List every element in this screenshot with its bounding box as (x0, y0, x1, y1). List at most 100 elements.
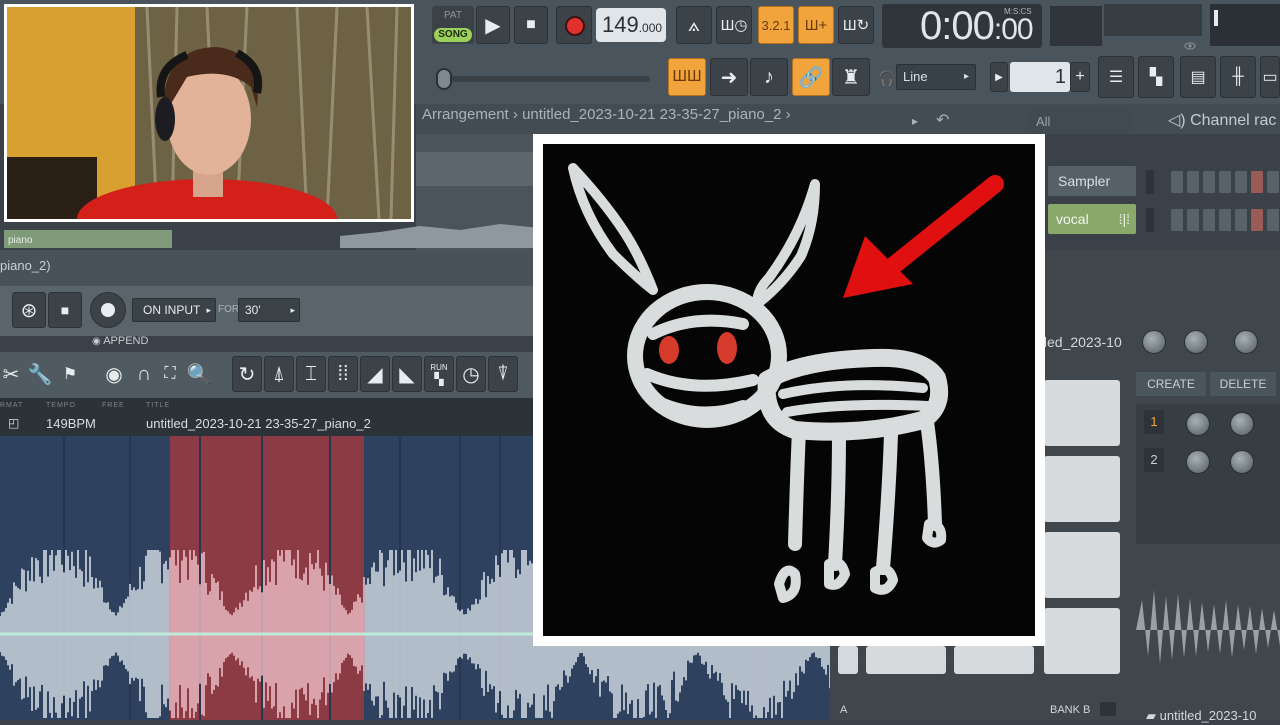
countdown-button[interactable]: 3.2.1 (758, 6, 794, 44)
reverse-button[interactable]: ↻ (232, 356, 262, 392)
append-option[interactable]: ◉ APPEND (92, 335, 148, 347)
record-mode-select[interactable]: ON INPUT ▸ (132, 298, 216, 322)
edison-loop-button[interactable]: ⊛ (12, 292, 46, 328)
drum-pad[interactable] (954, 646, 1034, 674)
piano-roll-button[interactable]: ▚ (1138, 56, 1174, 98)
noise-button[interactable]: ⁞⁞ (328, 356, 358, 392)
drum-pad[interactable] (1044, 608, 1120, 674)
marker-icon[interactable]: ⚑ (60, 358, 80, 390)
loop-record-button[interactable]: Ш↻ (838, 6, 874, 44)
step-button[interactable] (1266, 208, 1280, 232)
bank-b-label[interactable]: BANK B (1050, 704, 1090, 716)
step-button[interactable] (1186, 170, 1200, 194)
record-button[interactable] (556, 6, 592, 44)
layer-knob[interactable] (1230, 450, 1254, 474)
magnet-icon[interactable]: ∩ (132, 358, 156, 390)
breadcrumb-file[interactable]: untitled_2023-10-21 23-35-27_piano_2 (522, 106, 781, 123)
channel-filter-select[interactable]: All (1030, 110, 1130, 134)
tempo-detect-button[interactable]: ◷ (456, 356, 486, 392)
metronome-button[interactable]: ⟑ (676, 6, 712, 44)
channel-select-led[interactable] (1146, 208, 1154, 232)
layer-knob[interactable] (1230, 412, 1254, 436)
zoom-icon[interactable]: 🔍 (187, 358, 212, 390)
drum-pad[interactable] (1044, 456, 1120, 522)
master-pitch-slider[interactable] (436, 68, 452, 90)
sample-title[interactable]: untitled_2023-10-21 23-35-27_piano_2 (146, 416, 371, 431)
fade-out-button[interactable]: ◣ (392, 356, 422, 392)
step-value-field[interactable]: 1 (1010, 62, 1070, 92)
typing-keyboard-button[interactable]: ШШ (668, 58, 706, 96)
step-button[interactable] (1234, 208, 1248, 232)
select-all-icon[interactable]: ⛶ (160, 358, 180, 390)
step-button[interactable] (1170, 208, 1184, 232)
step-button[interactable] (1186, 208, 1200, 232)
step-button[interactable] (1218, 208, 1232, 232)
playlist-clip[interactable]: piano (4, 230, 172, 248)
time-display[interactable]: 0:00:00 M:S:CS (882, 4, 1042, 48)
edison-stop-button[interactable]: ■ (48, 292, 82, 328)
browser-button[interactable]: ▭ (1260, 56, 1280, 98)
fade-in-button[interactable]: ◢ (360, 356, 390, 392)
clip-label: piano (8, 235, 33, 246)
blend-notes-button[interactable]: Ш+ (798, 6, 834, 44)
eye-icon[interactable] (1184, 38, 1196, 50)
create-button[interactable]: CREATE (1136, 372, 1206, 396)
eye-icon[interactable]: ◉ (102, 358, 126, 390)
step-button[interactable] (1234, 170, 1248, 194)
channel-vocal[interactable]: vocal ⁞|⁞ (1048, 204, 1136, 234)
scissors-icon[interactable]: ✂ (0, 358, 22, 390)
pat-song-toggle[interactable]: PAT SONG (432, 6, 474, 44)
edison-waveform[interactable] (0, 436, 834, 720)
layer-number[interactable]: 2 (1144, 448, 1164, 472)
record-length-field[interactable]: 30' ▸ (238, 298, 300, 322)
webcam-overlay (4, 4, 414, 222)
step-button[interactable] (1250, 208, 1264, 232)
drum-pad[interactable] (838, 646, 858, 674)
bank-toggle[interactable] (1100, 702, 1116, 716)
step-button[interactable] (1202, 170, 1216, 194)
layer-knob[interactable] (1186, 450, 1210, 474)
channel-rack-button[interactable]: ▤ (1180, 56, 1216, 98)
mixer-button[interactable]: ╫ (1220, 56, 1256, 98)
layer-number[interactable]: 1 (1144, 410, 1164, 434)
step-button[interactable] (1202, 208, 1216, 232)
layer-knob[interactable] (1186, 412, 1210, 436)
step-decrease-button[interactable]: ▶ (990, 62, 1008, 92)
pan-knob[interactable] (1184, 330, 1208, 354)
step-button[interactable] (1250, 170, 1264, 194)
link-button[interactable]: 🔗 (792, 58, 830, 96)
tempo-snap-button[interactable]: ♪ (750, 58, 788, 96)
drum-pad[interactable] (1044, 532, 1120, 598)
drum-pad[interactable] (1044, 380, 1120, 446)
tempo-value[interactable]: 149BPM (46, 416, 96, 431)
pitch-knob[interactable] (1234, 330, 1258, 354)
volume-knob[interactable] (1142, 330, 1166, 354)
breadcrumb-root[interactable]: Arrangement (422, 106, 509, 123)
bank-a-label[interactable]: A (840, 704, 847, 716)
browser-file[interactable]: ▰ untitled_2023-10 (1146, 708, 1256, 724)
tempo-display[interactable]: 149.000 (596, 8, 666, 42)
playlist-button[interactable]: ☰ (1098, 56, 1134, 98)
step-button[interactable] (1218, 170, 1232, 194)
step-edit-button[interactable]: ➜ (710, 58, 748, 96)
delete-button[interactable]: DELETE (1210, 372, 1276, 396)
play-arrow-icon[interactable]: ▸ (912, 114, 918, 128)
run-button[interactable]: RUN ▚ (424, 356, 454, 392)
stretch-button[interactable]: ⍋ (264, 356, 294, 392)
channel-sampler[interactable]: Sampler (1048, 166, 1136, 196)
normalize-button[interactable]: ⌶ (296, 356, 326, 392)
channel-select-led[interactable] (1146, 170, 1154, 194)
step-button[interactable] (1170, 170, 1184, 194)
step-increase-button[interactable]: + (1070, 62, 1090, 92)
undo-icon[interactable]: ↶ (936, 110, 949, 130)
wrench-icon[interactable]: 🔧 (28, 358, 53, 390)
rocket-button[interactable]: ⍒ (488, 356, 518, 392)
drum-pad[interactable] (866, 646, 946, 674)
snap-select[interactable]: Line ▸ (896, 64, 976, 90)
step-button[interactable] (1266, 170, 1280, 194)
mixer-tool-button[interactable]: ♜ (832, 58, 870, 96)
stop-button[interactable]: ■ (514, 6, 548, 44)
wait-record-button[interactable]: Ш◷ (716, 6, 752, 44)
play-button[interactable]: ▶ (476, 6, 510, 44)
edison-record-button[interactable] (90, 292, 126, 328)
